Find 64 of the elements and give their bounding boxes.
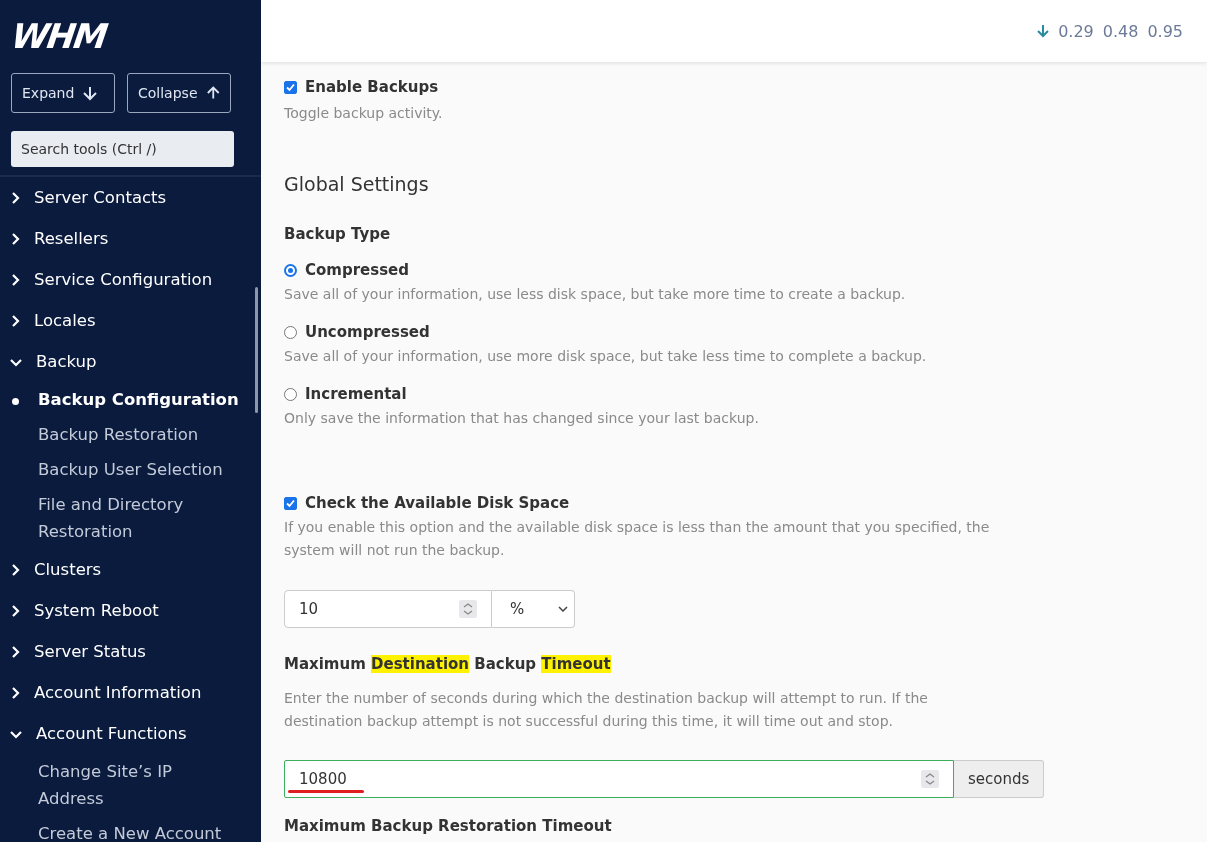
- checkbox[interactable]: [284, 80, 297, 94]
- sidebar-item[interactable]: Resellers: [0, 218, 261, 259]
- sidebar-item[interactable]: Backup: [0, 341, 261, 382]
- checkbox[interactable]: [284, 496, 297, 510]
- radio-button[interactable]: [284, 387, 297, 401]
- chevron-right-icon: [9, 271, 21, 288]
- sidebar-subitem[interactable]: Create a New Account: [0, 816, 261, 842]
- checkbox-label: Check the Available Disk Space: [305, 494, 570, 512]
- collapse-button[interactable]: Collapse: [127, 73, 231, 113]
- unit-label: seconds: [954, 760, 1045, 798]
- chevron-right-icon: [9, 684, 21, 701]
- description-text: If you enable this option and the available disk space is less than the amount that you specified, the system will not run the backup.: [284, 518, 991, 560]
- sidebar-subitem[interactable]: Backup Configuration: [0, 382, 261, 417]
- chevron-right-icon: [9, 312, 21, 329]
- description-text: Save all of your information, use less disk space, but take more time to create a backup.: [284, 285, 907, 304]
- description-text: Save all of your information, use more disk space, but take less time to complete a backup.: [284, 347, 928, 366]
- description-text: Only save the information that has changed since your last backup.: [284, 409, 760, 428]
- check-icon: [286, 498, 295, 508]
- chevron-right-icon: [9, 189, 21, 206]
- sidebar-item[interactable]: Account Information: [0, 672, 261, 713]
- chevron-right-icon: [9, 230, 21, 247]
- description-text: Toggle backup activity.: [284, 104, 444, 123]
- spinner-icon[interactable]: [921, 770, 939, 788]
- sidebar-item[interactable]: Clusters: [0, 549, 261, 590]
- field-label: Maximum Backup Restoration Timeout: [284, 817, 613, 837]
- section-title: Global Settings: [284, 173, 430, 197]
- load-average: 0.29: [1058, 21, 1094, 41]
- sidebar-item[interactable]: System Reboot: [0, 590, 261, 631]
- unit-select[interactable]: %: [492, 590, 575, 628]
- sidebar-subitem[interactable]: File and Directory Restoration: [0, 487, 261, 549]
- field-label: Backup Type: [284, 225, 392, 245]
- check-icon: [286, 82, 295, 92]
- load-average: 0.48: [1102, 21, 1139, 41]
- sidebar-item[interactable]: Server Status: [0, 631, 261, 672]
- arrow-up-icon: [205, 85, 220, 101]
- sidebar-item[interactable]: Account Functions: [0, 713, 261, 754]
- chevron-right-icon: [9, 643, 21, 660]
- radio-label: Uncompressed: [305, 323, 430, 341]
- checkbox-label: Enable Backups: [305, 78, 439, 96]
- bullet-icon: [12, 398, 19, 405]
- load-average: 0.95: [1147, 21, 1183, 41]
- sidebar-subitem[interactable]: Backup User Selection: [0, 452, 261, 487]
- arrow-down-icon: [82, 85, 99, 101]
- sidebar-item[interactable]: Locales: [0, 300, 261, 341]
- sidebar-item[interactable]: Server Contacts: [0, 177, 261, 218]
- search-field[interactable]: Search tools (Ctrl /): [11, 131, 234, 167]
- field-label: Maximum Destination Backup Timeout: [284, 655, 612, 675]
- arrow-down-icon: [1037, 24, 1050, 38]
- radio-button[interactable]: [284, 263, 297, 277]
- number-field[interactable]: 10800: [284, 760, 954, 798]
- chevron-right-icon: [9, 602, 21, 619]
- radio-label: Incremental: [305, 385, 407, 403]
- chevron-right-icon: [9, 561, 21, 578]
- radio-label: Compressed: [305, 261, 410, 279]
- description-text: Enter the number of seconds during which the destination backup will attempt to run. If the destination backup attempt is not successful during this time, it will time out and stop.: [284, 689, 929, 731]
- whm-logo: WHM: [9, 16, 109, 56]
- spinner-icon[interactable]: [459, 600, 477, 618]
- sidebar-subitem[interactable]: Backup Restoration: [0, 417, 261, 452]
- caret-down-icon: [558, 606, 568, 612]
- sidebar-subitem[interactable]: Change Site’s IP Address: [0, 754, 261, 816]
- sidebar-item[interactable]: Service Configuration: [0, 259, 261, 300]
- number-field[interactable]: 10: [284, 590, 492, 628]
- expand-button[interactable]: Expand: [11, 73, 115, 113]
- radio-button[interactable]: [284, 325, 297, 339]
